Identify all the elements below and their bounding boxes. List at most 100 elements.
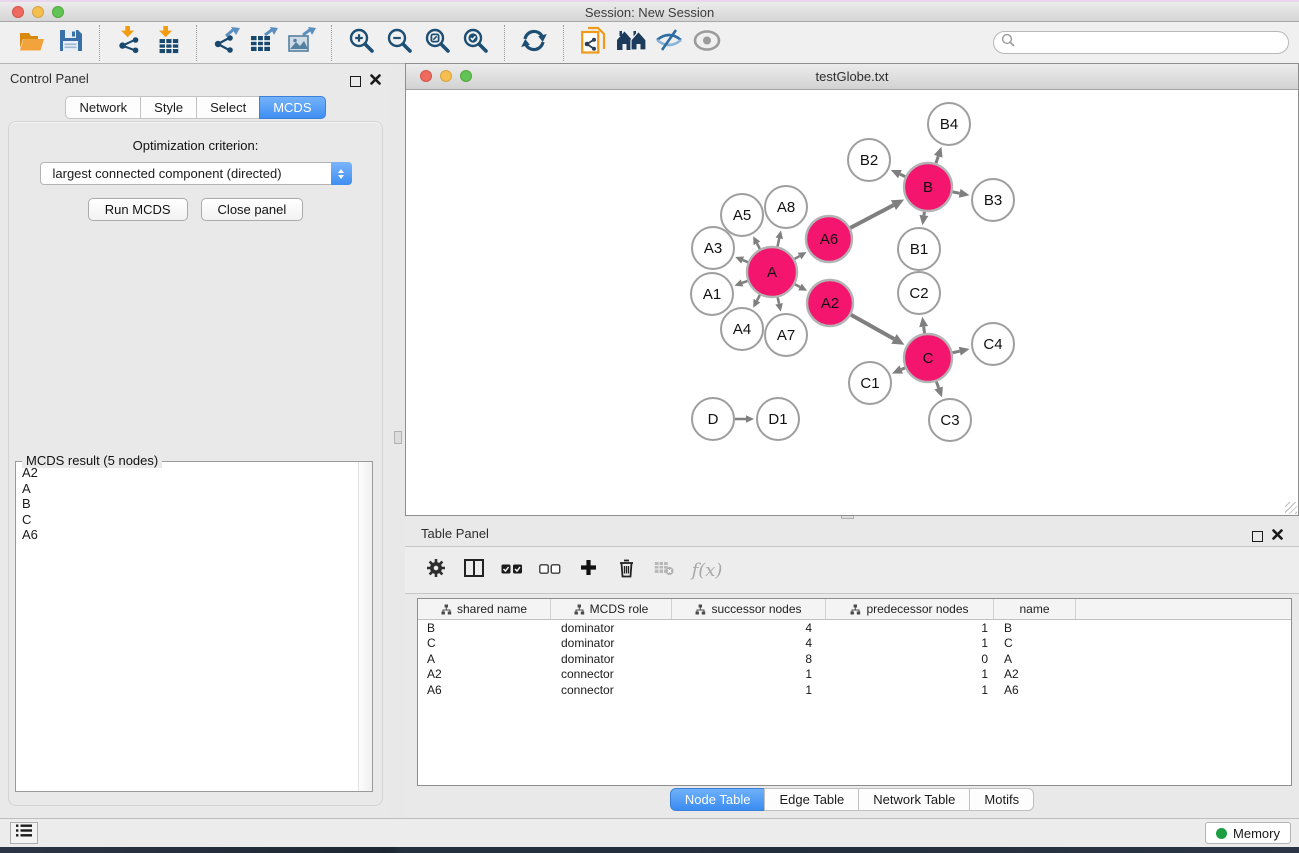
graph-node-B[interactable]: B xyxy=(904,163,952,211)
open-session-button[interactable] xyxy=(16,26,48,60)
tab-motifs[interactable]: Motifs xyxy=(969,788,1034,811)
network-graph[interactable]: B4 B2 B B3 A8A5 A6 A3 B1 A C2 A1 A2 A4A7 C4 C C1 C3 D D1 xyxy=(406,90,1298,515)
table-cell: A xyxy=(994,652,1076,666)
table-cell: 8 xyxy=(672,652,826,666)
table-cell: A2 xyxy=(994,667,1076,681)
zoom-in-icon xyxy=(348,27,375,59)
run-mcds-button[interactable]: Run MCDS xyxy=(88,198,188,221)
home-button[interactable] xyxy=(615,26,647,60)
table-row[interactable]: Adominator80A xyxy=(418,651,1291,667)
table-row[interactable]: A2connector11A2 xyxy=(418,667,1291,683)
refresh-button[interactable] xyxy=(518,26,550,60)
graph-node-D1[interactable]: D1 xyxy=(757,398,799,440)
float-panel-icon[interactable] xyxy=(350,76,361,87)
graph-node-C3[interactable]: C3 xyxy=(929,399,971,441)
float-panel-icon[interactable] xyxy=(1252,531,1263,542)
graph-node-B1[interactable]: B1 xyxy=(898,228,940,270)
clone-network-button[interactable] xyxy=(577,26,609,60)
toggle-panel-mode-button[interactable] xyxy=(459,555,489,585)
export-image-button[interactable] xyxy=(286,26,318,60)
mcds-result-item[interactable]: C xyxy=(22,512,358,528)
zoom-out-button[interactable] xyxy=(383,26,415,60)
table-row[interactable]: A6connector11A6 xyxy=(418,682,1291,698)
application-window: Session: New Session xyxy=(0,0,1299,853)
mcds-result-item[interactable]: A xyxy=(22,481,358,497)
graph-node-A6[interactable]: A6 xyxy=(806,216,852,262)
graph-node-label: C1 xyxy=(860,375,879,392)
graph-node-C1[interactable]: C1 xyxy=(849,362,891,404)
column-header-predecessor-nodes[interactable]: predecessor nodes xyxy=(826,599,994,619)
graph-node-A8[interactable]: A8 xyxy=(765,186,807,228)
hide-graphics-button[interactable] xyxy=(653,26,685,60)
mcds-result-item[interactable]: B xyxy=(22,496,358,512)
search-field[interactable] xyxy=(993,31,1289,54)
tab-network-table[interactable]: Network Table xyxy=(858,788,970,811)
zoom-selected-button[interactable] xyxy=(459,26,491,60)
vertical-splitter-handle[interactable] xyxy=(394,431,402,444)
import-network-button[interactable] xyxy=(113,26,145,60)
hide-all-columns-button[interactable] xyxy=(535,555,565,585)
tab-mcds[interactable]: MCDS xyxy=(259,96,325,119)
zoom-fit-icon xyxy=(424,27,451,59)
column-header-successor-nodes[interactable]: successor nodes xyxy=(672,599,826,619)
table-row[interactable]: Cdominator41C xyxy=(418,636,1291,652)
network-view-window: testGlobe.txt B4B2BB3A8A5A6A3B1AC2A1A2A4… xyxy=(405,63,1299,516)
graph-node-C2[interactable]: C2 xyxy=(898,272,940,314)
table-row[interactable]: Bdominator41B xyxy=(418,620,1291,636)
import-table-button[interactable] xyxy=(151,26,183,60)
table-panel-title: Table Panel xyxy=(421,526,489,541)
graph-node-D[interactable]: D xyxy=(692,398,734,440)
delete-table-button[interactable] xyxy=(649,555,679,585)
column-header-MCDS-role[interactable]: MCDS role xyxy=(551,599,672,619)
tab-style[interactable]: Style xyxy=(140,96,197,119)
control-panel: Control Panel NetworkStyleSelectMCDS Opt… xyxy=(0,65,391,818)
criterion-dropdown[interactable]: largest connected component (directed) xyxy=(40,162,352,185)
graph-node-label: A1 xyxy=(703,286,721,303)
table-settings-button[interactable] xyxy=(421,555,451,585)
tab-edge-table[interactable]: Edge Table xyxy=(764,788,859,811)
network-canvas[interactable]: B4 B2 B B3 A8A5 A6 A3 B1 A C2 A1 A2 A4A7 C4 C C1 C3 D D1 xyxy=(406,90,1298,515)
tab-network[interactable]: Network xyxy=(65,96,141,119)
hierarchy-icon xyxy=(441,604,452,615)
graph-node-A[interactable]: A xyxy=(747,247,797,297)
graph-node-A7[interactable]: A7 xyxy=(765,314,807,356)
close-panel-button[interactable]: Close panel xyxy=(201,198,304,221)
tab-node-table[interactable]: Node Table xyxy=(670,788,766,811)
column-header-name[interactable]: name xyxy=(994,599,1076,619)
graph-node-B3[interactable]: B3 xyxy=(972,179,1014,221)
memory-button[interactable]: Memory xyxy=(1205,822,1291,844)
graph-node-A2[interactable]: A2 xyxy=(807,280,853,326)
mcds-result-item[interactable]: A6 xyxy=(22,527,358,543)
close-panel-icon[interactable] xyxy=(1272,527,1283,545)
graph-node-C4[interactable]: C4 xyxy=(972,323,1014,365)
function-builder-button[interactable]: f(x) xyxy=(687,555,727,585)
node-table[interactable]: shared nameMCDS rolesuccessor nodesprede… xyxy=(417,598,1292,786)
graph-node-A3[interactable]: A3 xyxy=(692,227,734,269)
show-all-columns-button[interactable] xyxy=(497,555,527,585)
graph-node-C[interactable]: C xyxy=(904,334,952,382)
zoom-in-button[interactable] xyxy=(345,26,377,60)
graph-node-A5[interactable]: A5 xyxy=(721,194,763,236)
column-header-shared-name[interactable]: shared name xyxy=(418,599,551,619)
search-input[interactable] xyxy=(1015,34,1288,51)
gear-icon xyxy=(426,558,446,583)
task-history-button[interactable] xyxy=(10,822,38,844)
delete-column-button[interactable] xyxy=(611,555,641,585)
graph-node-A1[interactable]: A1 xyxy=(691,273,733,315)
tab-select[interactable]: Select xyxy=(196,96,260,119)
save-session-button[interactable] xyxy=(54,26,86,60)
column-label: name xyxy=(1019,602,1049,616)
result-scrollbar[interactable] xyxy=(358,462,372,791)
toolbar-separator xyxy=(99,25,100,61)
export-network-button[interactable] xyxy=(210,26,242,60)
mcds-result-item[interactable]: A2 xyxy=(22,465,358,481)
close-panel-icon[interactable] xyxy=(370,72,381,90)
export-table-button[interactable] xyxy=(248,26,280,60)
zoom-fit-button[interactable] xyxy=(421,26,453,60)
resize-grip-icon[interactable] xyxy=(1285,502,1297,514)
graph-node-B4[interactable]: B4 xyxy=(928,103,970,145)
graph-node-A4[interactable]: A4 xyxy=(721,308,763,350)
show-graphics-button[interactable] xyxy=(691,26,723,60)
create-column-button[interactable] xyxy=(573,555,603,585)
graph-node-B2[interactable]: B2 xyxy=(848,139,890,181)
